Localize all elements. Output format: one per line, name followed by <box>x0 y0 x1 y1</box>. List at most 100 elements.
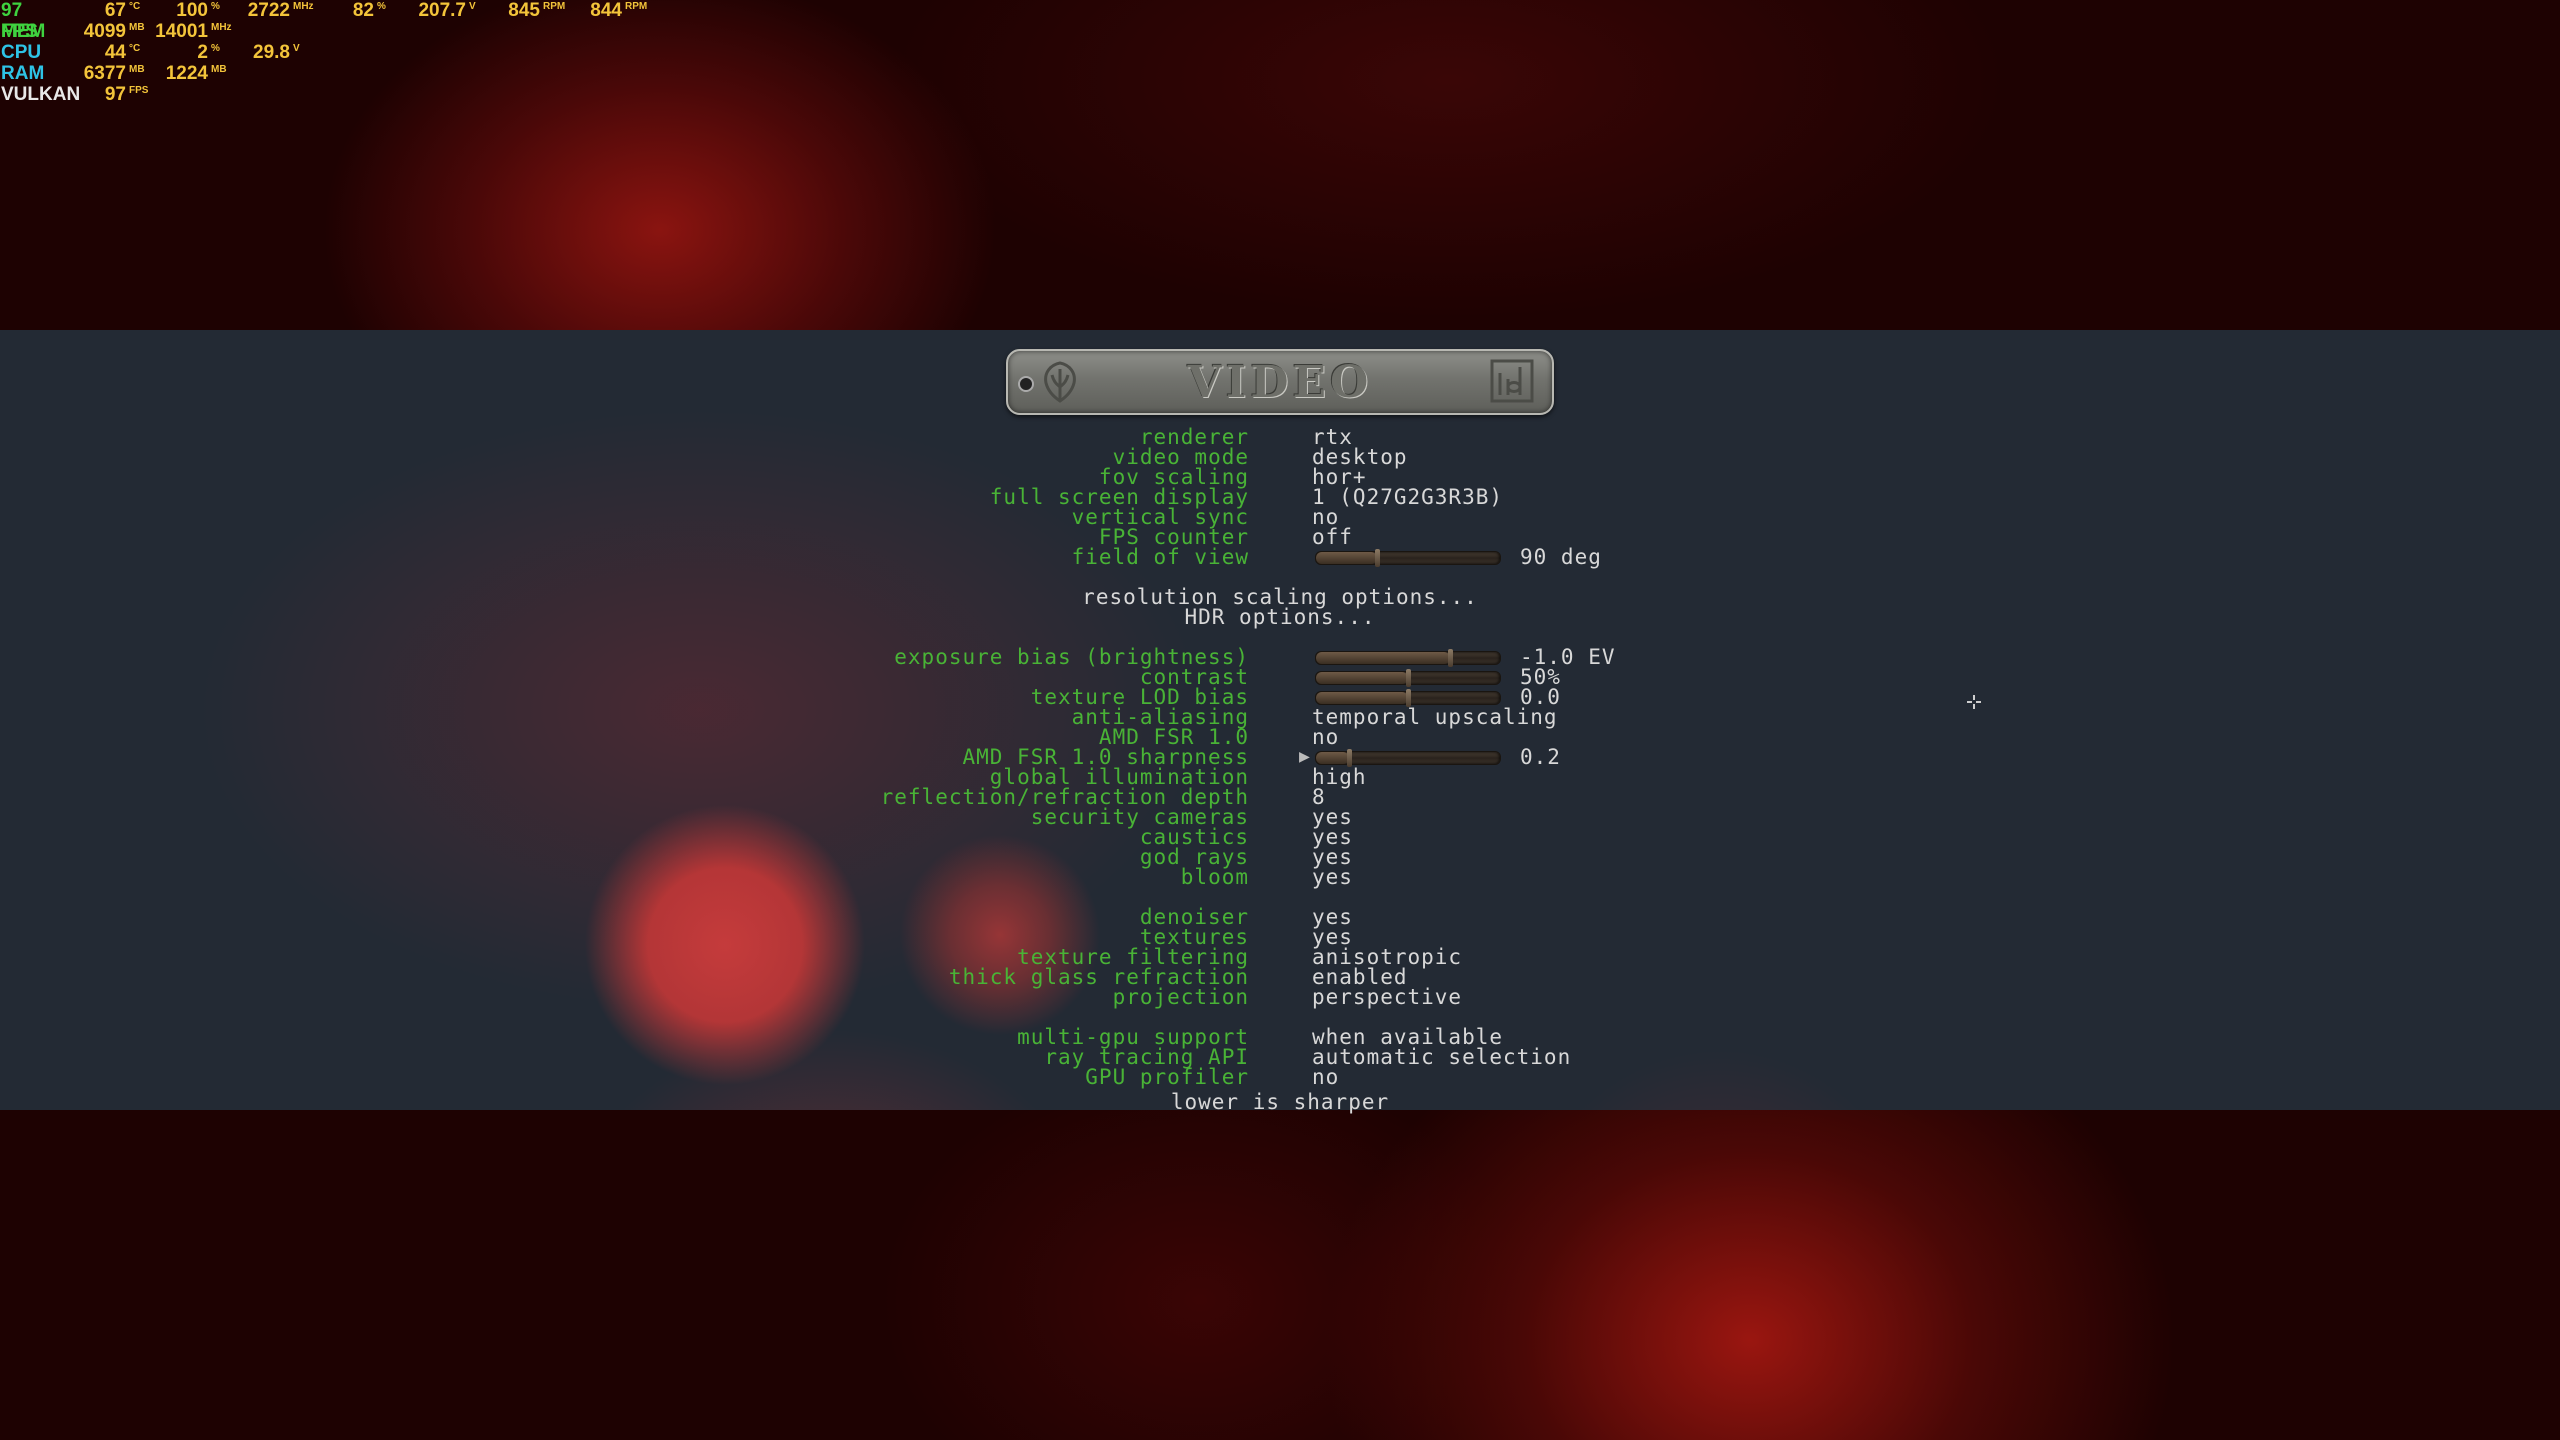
menu-slider[interactable] <box>1315 749 1501 767</box>
osd-metric-value: 844 <box>562 0 622 21</box>
menu-option-value[interactable]: no <box>1312 1067 1339 1088</box>
osd-metric-number: 82 <box>352 0 374 21</box>
osd-metric-value: 44 <box>66 42 126 63</box>
slider-thumb[interactable] <box>1448 649 1454 667</box>
menu-option-label[interactable]: multi-gpu support <box>1017 1027 1249 1048</box>
osd-metric-number: 44 <box>104 42 126 63</box>
menu-option-value[interactable]: yes <box>1312 847 1353 868</box>
menu-option-label[interactable]: full screen display <box>990 487 1249 508</box>
osd-metric-value: 2 <box>148 42 208 63</box>
menu-option-label[interactable]: vertical sync <box>1072 507 1249 528</box>
menu-option-label[interactable]: contrast <box>1140 667 1249 688</box>
osd-metric-value: 2722 <box>230 0 290 21</box>
menu-option-label[interactable]: FPS counter <box>1099 527 1249 548</box>
osd-metric-unit: V <box>469 1 476 12</box>
menu-option-value[interactable]: yes <box>1312 927 1353 948</box>
osd-metric-unit: % <box>211 1 220 12</box>
menu-slider-value: 0.2 <box>1520 745 1561 769</box>
menu-option-value[interactable]: no <box>1312 727 1339 748</box>
menu-slider-value: 90 deg <box>1520 545 1602 569</box>
menu-option-value[interactable]: off <box>1312 527 1353 548</box>
slider-fill <box>1316 552 1377 564</box>
menu-option-label[interactable]: renderer <box>1140 427 1249 448</box>
osd-metric-number: 67 <box>104 0 126 21</box>
menu-option-label[interactable]: projection <box>1113 987 1249 1008</box>
menu-option-value[interactable]: yes <box>1312 827 1353 848</box>
menu-slider-value: -1.0 EV <box>1520 645 1616 669</box>
menu-cursor-arrow-icon: ▶ <box>1299 746 1310 767</box>
osd-row-label: MEM <box>1 21 46 42</box>
osd-metric-value: 207.7 <box>406 0 466 21</box>
osd-metric-value: 100 <box>148 0 208 21</box>
slider-fill <box>1316 692 1408 704</box>
menu-option-label[interactable]: texture LOD bias <box>1031 687 1249 708</box>
osd-metric-unit: MHz <box>293 1 314 12</box>
osd-metric-unit: MB <box>129 22 145 33</box>
id-software-logo-icon <box>1490 359 1534 403</box>
osd-metric-value: 6377 <box>66 63 126 84</box>
menu-option-label[interactable]: reflection/refraction depth <box>881 787 1249 808</box>
menu-option-value[interactable]: 8 <box>1312 787 1326 808</box>
osd-metric-number: 1224 <box>165 63 208 84</box>
mouse-crosshair-icon <box>1967 695 1981 709</box>
slider-thumb[interactable] <box>1406 669 1411 687</box>
menu-option-value[interactable]: perspective <box>1312 987 1462 1008</box>
menu-option-value[interactable]: no <box>1312 507 1339 528</box>
menu-option-label[interactable]: security cameras <box>1031 807 1249 828</box>
menu-option-label[interactable]: caustics <box>1140 827 1249 848</box>
menu-option-label[interactable]: bloom <box>1181 867 1249 888</box>
menu-option-label[interactable]: AMD FSR 1.0 <box>1099 727 1249 748</box>
menu-option-value[interactable]: rtx <box>1312 427 1353 448</box>
menu-slider[interactable] <box>1315 689 1501 707</box>
menu-option-value[interactable]: yes <box>1312 807 1353 828</box>
menu-option-label[interactable]: fov scaling <box>1099 467 1249 488</box>
osd-metric-number: 6377 <box>83 63 126 84</box>
osd-metric-value: 67 <box>66 0 126 21</box>
osd-metric-value: 14001 <box>148 21 208 42</box>
osd-metric-unit: MHz <box>211 22 232 33</box>
osd-metric-value: 1224 <box>148 63 208 84</box>
osd-metric-number: 29.8 <box>253 42 290 63</box>
menu-slider[interactable] <box>1315 649 1501 667</box>
osd-metric-value: 97 <box>66 84 126 105</box>
menu-option-label[interactable]: god rays <box>1140 847 1249 868</box>
menu-slider-value: 50% <box>1520 665 1561 689</box>
menu-option-value[interactable]: automatic selection <box>1312 1047 1571 1068</box>
menu-option-value[interactable]: enabled <box>1312 967 1408 988</box>
osd-metric-unit: MB <box>129 64 145 75</box>
menu-option-value[interactable]: hor+ <box>1312 467 1367 488</box>
menu-option-value[interactable]: when available <box>1312 1027 1503 1048</box>
menu-option-value[interactable]: temporal upscaling <box>1312 707 1558 728</box>
menu-option-label[interactable]: AMD FSR 1.0 sharpness <box>962 747 1249 768</box>
slider-thumb[interactable] <box>1374 549 1380 567</box>
osd-metric-unit: RPM <box>625 1 648 12</box>
osd-metric-unit: % <box>211 43 220 54</box>
menu-option-label[interactable]: video mode <box>1113 447 1249 468</box>
menu-slider[interactable] <box>1315 549 1501 567</box>
menu-option-label[interactable]: exposure bias (brightness) <box>894 647 1249 668</box>
menu-slider-value: 0.0 <box>1520 685 1561 709</box>
menu-option-value[interactable]: yes <box>1312 867 1353 888</box>
menu-option-label[interactable]: thick glass refraction <box>949 967 1249 988</box>
menu-option-label[interactable]: anti-aliasing <box>1072 707 1249 728</box>
menu-action-resolution-scaling-options[interactable]: resolution scaling options... <box>0 587 2560 608</box>
menu-option-label[interactable]: textures <box>1140 927 1249 948</box>
menu-option-label[interactable]: texture filtering <box>1017 947 1249 968</box>
menu-option-value[interactable]: desktop <box>1312 447 1408 468</box>
slider-fill <box>1316 672 1408 684</box>
menu-option-value[interactable]: high <box>1312 767 1367 788</box>
menu-option-value[interactable]: 1 (Q27G2G3R3B) <box>1312 487 1503 508</box>
menu-option-label[interactable]: field of view <box>1072 547 1249 568</box>
menu-option-label[interactable]: global illumination <box>990 767 1249 788</box>
menu-option-value[interactable]: anisotropic <box>1312 947 1462 968</box>
menu-option-label[interactable]: GPU profiler <box>1085 1067 1249 1088</box>
menu-option-value[interactable]: yes <box>1312 907 1353 928</box>
page-title: VIDEO <box>1187 357 1373 408</box>
osd-metric-number: 845 <box>508 0 540 21</box>
menu-slider[interactable] <box>1315 669 1501 687</box>
osd-metric-value: 4099 <box>66 21 126 42</box>
osd-metric-number: 97 <box>104 84 126 105</box>
menu-option-label[interactable]: ray tracing API <box>1044 1047 1249 1068</box>
menu-action-hdr-options[interactable]: HDR options... <box>0 607 2560 628</box>
menu-option-label[interactable]: denoiser <box>1140 907 1249 928</box>
